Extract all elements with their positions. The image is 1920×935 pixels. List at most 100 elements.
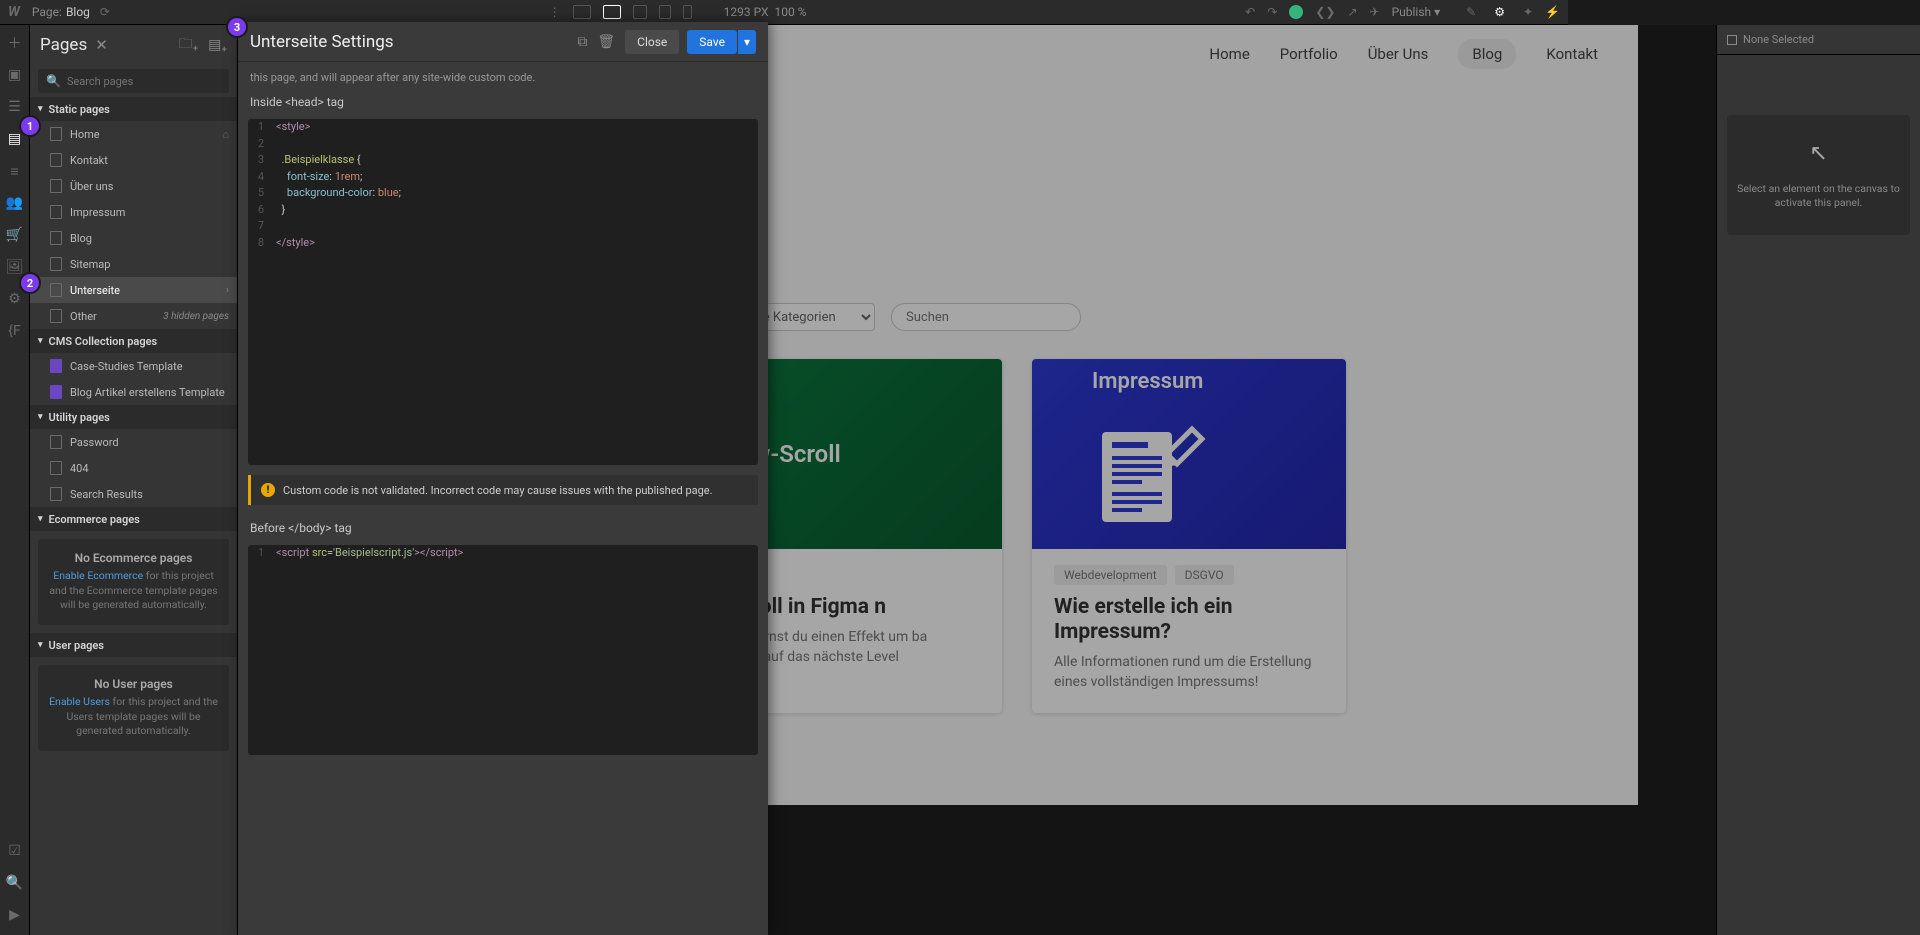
duplicate-icon[interactable]: ⧉ — [577, 34, 587, 50]
status-ok-icon[interactable] — [1289, 5, 1303, 19]
style-panel-placeholder: ↖ Select an element on the canvas to act… — [1727, 115, 1910, 235]
ecommerce-icon[interactable]: 🛒 — [7, 227, 23, 243]
export-icon[interactable]: ↗ — [1347, 5, 1357, 19]
page-item[interactable]: Unterseite › — [30, 277, 237, 303]
page-item[interactable]: Password — [30, 429, 237, 455]
style-panel: None Selected ↖ Select an element on the… — [1716, 25, 1920, 935]
page-label: Sitemap — [70, 258, 110, 271]
code-icon[interactable]: ❮❯ — [1315, 5, 1335, 19]
tag[interactable]: DSGVO — [1175, 565, 1234, 585]
breakpoint-desktop[interactable] — [603, 5, 621, 19]
nav-link[interactable]: Home — [1209, 45, 1249, 63]
pages-search[interactable]: 🔍 — [38, 69, 229, 93]
section-ecommerce-pages[interactable]: ▾Ecommerce pages — [30, 507, 237, 531]
section-user-pages[interactable]: ▾User pages — [30, 633, 237, 657]
page-label: Search Results — [70, 488, 143, 501]
enable-ecommerce-link[interactable]: Enable Ecommerce — [53, 569, 143, 582]
page-icon — [50, 257, 62, 271]
brush-icon[interactable]: ✎ — [1466, 5, 1476, 19]
cms-icon[interactable]: ≡ — [7, 163, 23, 179]
callout-badge-1: 1 — [21, 117, 39, 135]
nav-link[interactable]: Kontakt — [1546, 45, 1598, 63]
warning-icon: ! — [261, 483, 275, 497]
add-icon[interactable]: ＋ — [7, 35, 23, 51]
tag[interactable]: Webdevelopment — [1054, 565, 1167, 585]
card-title: Wie erstelle ich ein Impressum? — [1054, 595, 1324, 645]
body-code-editor[interactable]: 1<script src='Beispielscript.js'></scrip… — [248, 545, 758, 755]
head-code-editor[interactable]: 1<style>23 .Beispielklasse {4 font-size:… — [248, 119, 758, 465]
nav-link[interactable]: Über Uns — [1368, 45, 1429, 63]
bolt-icon[interactable]: ⚡ — [1545, 5, 1560, 19]
save-dropdown-button[interactable]: ▾ — [738, 30, 756, 54]
nav-link[interactable]: Portfolio — [1280, 45, 1338, 63]
close-button[interactable]: Close — [625, 30, 679, 54]
page-label: Unterseite — [70, 284, 120, 297]
project-settings-icon[interactable]: ⚙ — [7, 291, 23, 307]
search-icon[interactable]: 🔍 — [7, 875, 23, 891]
paper-plane-icon[interactable]: ✈ — [1370, 5, 1380, 19]
page-label: Kontakt — [70, 154, 108, 167]
settings-icon[interactable]: ⚙ — [1488, 1, 1511, 23]
user-empty: No User pages Enable Users for this proj… — [38, 665, 229, 751]
page-item[interactable]: Other3 hidden pages — [30, 303, 237, 329]
page-label: Case-Studies Template — [70, 360, 183, 373]
checklist-icon[interactable]: ☑ — [7, 843, 23, 859]
assets-icon[interactable]: 🖼 — [7, 259, 23, 275]
nav-link[interactable]: Blog — [1458, 39, 1516, 69]
layers-icon[interactable]: ☰ — [7, 99, 23, 115]
head-code-label: Inside <head> tag — [238, 89, 768, 115]
page-icon — [50, 205, 62, 219]
pages-panel-title: Pages — [40, 35, 87, 55]
close-icon[interactable]: ✕ — [95, 36, 108, 54]
page-icon — [50, 435, 62, 449]
section-cms-pages[interactable]: ▾CMS Collection pages — [30, 329, 237, 353]
breakpoint-large[interactable] — [573, 5, 591, 19]
blog-card[interactable]: ImpressumWebdevelopmentDSGVOWie erstelle… — [1032, 359, 1346, 713]
publish-button[interactable]: Publish ▾ — [1392, 5, 1441, 19]
page-label: 404 — [70, 462, 89, 475]
code-warning: ! Custom code is not validated. Incorrec… — [248, 475, 758, 505]
modal-title: Unterseite Settings — [250, 32, 577, 52]
page-item[interactable]: Search Results — [30, 481, 237, 507]
section-static-pages[interactable]: ▾Static pages — [30, 97, 237, 121]
page-item[interactable]: Home⌂ — [30, 121, 237, 147]
breakpoint-mobile[interactable] — [683, 5, 692, 19]
save-button[interactable]: Save — [687, 30, 737, 54]
page-item[interactable]: Kontakt — [30, 147, 237, 173]
breakpoint-bar — [573, 5, 692, 19]
breakpoint-tablet[interactable] — [633, 5, 647, 19]
webflow-logo[interactable]: W — [8, 4, 20, 20]
interactions-icon[interactable]: ✦ — [1523, 5, 1533, 19]
new-page-icon[interactable]: ▤₊ — [208, 37, 227, 53]
undo-icon[interactable]: ↶ — [1245, 5, 1255, 19]
sync-icon[interactable]: ⟳ — [100, 5, 110, 19]
page-name[interactable]: Blog — [66, 5, 90, 19]
page-item[interactable]: Über uns — [30, 173, 237, 199]
redo-icon[interactable]: ↷ — [1267, 5, 1277, 19]
trash-icon[interactable]: 🗑 — [597, 34, 615, 50]
section-utility-pages[interactable]: ▾Utility pages — [30, 405, 237, 429]
page-label: Home — [70, 128, 100, 141]
card-description: Alle Informationen rund um die Erstellun… — [1054, 653, 1324, 692]
page-icon — [50, 309, 62, 323]
page-item[interactable]: Blog — [30, 225, 237, 251]
breakpoint-mobile-landscape[interactable] — [659, 5, 671, 19]
box-icon[interactable]: ▣ — [7, 67, 23, 83]
page-item[interactable]: Impressum — [30, 199, 237, 225]
pages-icon[interactable]: ▤ — [7, 131, 23, 147]
page-item[interactable]: Sitemap — [30, 251, 237, 277]
enable-users-link[interactable]: Enable Users — [49, 695, 110, 708]
page-item[interactable]: Blog Artikel erstellens Template — [30, 379, 237, 405]
page-item[interactable]: Case-Studies Template — [30, 353, 237, 379]
pages-search-input[interactable] — [67, 75, 221, 88]
chevron-right-icon[interactable]: › — [226, 285, 229, 296]
variables-icon[interactable]: {F — [7, 323, 23, 339]
more-icon[interactable]: ⋮ — [549, 5, 561, 19]
page-label: Blog — [70, 232, 92, 245]
page-label: Blog Artikel erstellens Template — [70, 386, 225, 399]
users-icon[interactable]: 👥 — [7, 195, 23, 211]
page-item[interactable]: 404 — [30, 455, 237, 481]
video-icon[interactable]: ▶ — [7, 907, 23, 923]
blog-search-input[interactable] — [891, 303, 1081, 331]
new-folder-icon[interactable]: 🗀₊ — [178, 33, 198, 57]
